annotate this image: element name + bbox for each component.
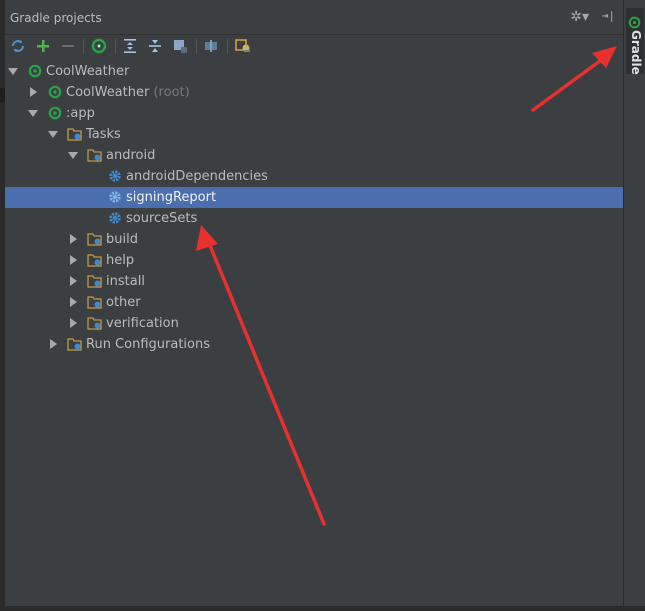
offline-mode-icon[interactable] [171, 37, 189, 55]
gradle-projects-panel: Gradle projects ✲▾ ⇥| CoolWeather CoolWe… [5, 0, 623, 611]
tree-node-tasks[interactable]: Tasks [5, 124, 623, 145]
task-folder-icon [87, 232, 102, 246]
tree-node-install[interactable]: install [5, 271, 623, 292]
panel-header: Gradle projects ✲▾ ⇥| [5, 0, 623, 35]
chevron-right-icon[interactable] [30, 87, 37, 97]
pin-hide-icon[interactable]: ⇥| [602, 9, 615, 22]
tree-node-coolweather-root[interactable]: CoolWeather (root) [5, 82, 623, 103]
tree-node-coolweather[interactable]: CoolWeather [5, 61, 623, 82]
tree-label: signingReport [126, 190, 217, 205]
refresh-icon[interactable] [9, 37, 27, 55]
execute-task-icon[interactable] [90, 37, 108, 55]
tree-label: install [106, 274, 145, 289]
chevron-right-icon[interactable] [70, 297, 77, 307]
run-configurations-folder-icon [67, 337, 82, 351]
chevron-right-icon[interactable] [70, 318, 77, 328]
tree-node-verification[interactable]: verification [5, 313, 623, 334]
remove-icon[interactable] [59, 37, 77, 55]
task-gear-icon [108, 211, 122, 225]
tree-label: CoolWeather [46, 64, 130, 79]
collapse-all-icon[interactable] [146, 37, 164, 55]
tree-node-other[interactable]: other [5, 292, 623, 313]
toolbar-separator [196, 39, 197, 53]
task-gear-icon [108, 169, 122, 183]
chevron-right-icon[interactable] [70, 276, 77, 286]
tree-label: androidDependencies [126, 169, 268, 184]
tree-label: help [106, 253, 135, 268]
expand-all-icon[interactable] [121, 37, 139, 55]
toggle-tasks-icon[interactable] [202, 37, 220, 55]
task-folder-icon [87, 316, 102, 330]
tree-label: build [106, 232, 138, 247]
add-icon[interactable] [34, 37, 52, 55]
tree-node-android[interactable]: android [5, 145, 623, 166]
chevron-right-icon[interactable] [70, 255, 77, 265]
tree-node-signing-report[interactable]: signingReport [5, 187, 623, 208]
tree-label: sourceSets [126, 211, 198, 226]
tree-label: Run Configurations [86, 337, 210, 352]
gradle-tab-label: Gradle [629, 30, 643, 75]
tree-node-source-sets[interactable]: sourceSets [5, 208, 623, 229]
tree-node-app[interactable]: :app [5, 103, 623, 124]
gradle-project-icon [28, 64, 42, 78]
panel-toolbar [5, 35, 623, 59]
gradle-module-icon [48, 106, 62, 120]
root-hint: (root) [153, 85, 190, 100]
chevron-down-icon[interactable] [8, 68, 18, 75]
task-gear-icon [108, 190, 122, 204]
chevron-down-icon[interactable] [28, 110, 38, 117]
gradle-module-icon [48, 85, 62, 99]
tree-label: :app [66, 106, 95, 121]
tree-label: Tasks [86, 127, 121, 142]
chevron-right-icon[interactable] [50, 339, 57, 349]
toolbar-separator [115, 39, 116, 53]
tree-node-build[interactable]: build [5, 229, 623, 250]
gear-icon[interactable]: ✲▾ [570, 9, 589, 25]
tree-label: CoolWeather (root) [66, 85, 190, 100]
tree-node-help[interactable]: help [5, 250, 623, 271]
chevron-down-icon[interactable] [48, 131, 58, 138]
task-folder-icon [87, 295, 102, 309]
chevron-down-icon[interactable] [68, 152, 78, 159]
gradle-tool-window-tab[interactable]: Gradle [626, 8, 644, 75]
tree-node-android-dependencies[interactable]: androidDependencies [5, 166, 623, 187]
task-folder-icon [87, 148, 102, 162]
tree-label: android [106, 148, 156, 163]
right-tool-stripe: Gradle [623, 0, 645, 611]
task-folder-icon [87, 253, 102, 267]
toolbar-separator [83, 39, 84, 53]
toolbar-separator [227, 39, 228, 53]
tree-label: other [106, 295, 141, 310]
bottom-border [0, 606, 645, 611]
task-folder-icon [67, 127, 82, 141]
tree-label: verification [106, 316, 179, 331]
panel-title: Gradle projects [10, 11, 102, 25]
chevron-right-icon[interactable] [70, 234, 77, 244]
tree-node-run-configurations[interactable]: Run Configurations [5, 334, 623, 355]
task-folder-icon [87, 274, 102, 288]
gradle-settings-icon[interactable] [234, 37, 252, 55]
